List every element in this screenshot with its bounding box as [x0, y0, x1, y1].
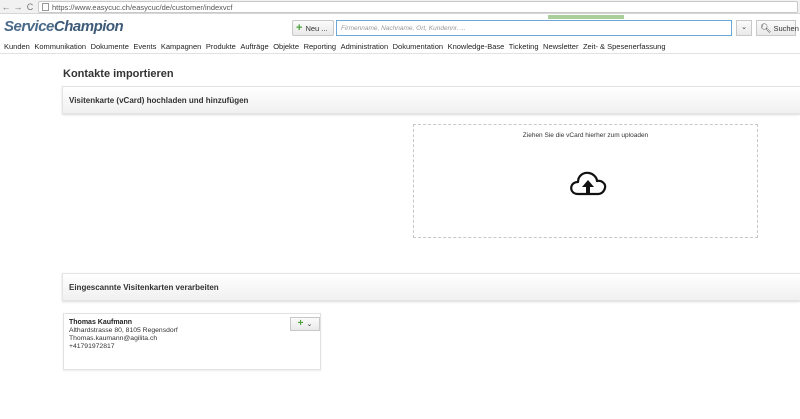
dropzone-text: Ziehen Sie die vCard hierher zum uploade… — [522, 132, 649, 139]
upload-section-header: Visitenkarte (vCard) hochladen und hinzu… — [62, 86, 800, 114]
nav-item-kommunikation[interactable]: Kommunikation — [34, 42, 86, 51]
card-email: Thomas.kaumann@agilita.ch — [69, 335, 158, 342]
nav-item-dokumentation[interactable]: Dokumentation — [393, 42, 443, 51]
card-address: Althardstrasse 80, 8105 Regensdorf — [69, 327, 178, 334]
nav-item-knowledge-base[interactable]: Knowledge-Base — [448, 42, 505, 51]
search-dropdown-button[interactable]: ⌄ — [736, 20, 752, 36]
nav-item-newsletter[interactable]: Newsletter — [543, 42, 578, 51]
browser-toolbar: ← → C https://www.easycuc.ch/easycuc/de/… — [0, 0, 800, 14]
nav-item-kampagnen[interactable]: Kampagnen — [161, 42, 201, 51]
nav-item-dokumente[interactable]: Dokumente — [91, 42, 129, 51]
address-bar[interactable]: https://www.easycuc.ch/easycuc/de/custom… — [38, 1, 798, 13]
vcard-dropzone[interactable]: Ziehen Sie die vCard hierher zum uploade… — [413, 124, 758, 238]
plus-icon: + — [296, 22, 303, 34]
card-phone: +41791972817 — [69, 343, 115, 350]
forward-icon[interactable]: → — [12, 1, 24, 13]
nav-item-ticketing[interactable]: Ticketing — [509, 42, 539, 51]
back-icon[interactable]: ← — [0, 1, 12, 13]
plus-icon: + — [297, 318, 304, 329]
new-button[interactable]: + Neu ... — [292, 20, 334, 36]
page-icon — [42, 3, 49, 11]
logo-part-1: Service — [4, 18, 54, 35]
logo-part-2: Champion — [53, 18, 124, 35]
search-button-label: Suchen — [773, 23, 799, 33]
nav-item-administration[interactable]: Administration — [341, 42, 389, 51]
nav-item-kunden[interactable]: Kunden — [4, 42, 30, 51]
chevron-down-icon: ⌄ — [306, 321, 313, 328]
main-nav: Kunden Kommunikation Dokumente Events Ka… — [0, 40, 800, 54]
card-add-button[interactable]: + ⌄ — [290, 317, 320, 331]
page-title: Kontakte importieren — [63, 68, 174, 80]
search-icon: 🔍︎ — [760, 22, 772, 33]
nav-item-events[interactable]: Events — [133, 42, 156, 51]
app-header: ServiceChampion + Neu ... ⌄ 🔍︎ Suchen — [0, 14, 800, 40]
nav-item-zeiterfassung[interactable]: Zeit- & Spesenerfassung — [583, 42, 666, 51]
chevron-down-icon: ⌄ — [741, 24, 747, 31]
upload-section-title: Visitenkarte (vCard) hochladen und hinzu… — [69, 95, 249, 105]
cloud-upload-icon — [570, 171, 607, 196]
reload-icon[interactable]: C — [24, 1, 36, 13]
nav-item-objekte[interactable]: Objekte — [273, 42, 299, 51]
scanned-section-header: Eingescannte Visitenkarten verarbeiten — [62, 273, 800, 301]
new-button-label: Neu ... — [305, 23, 328, 33]
url-text: https://www.easycuc.ch/easycuc/de/custom… — [52, 2, 233, 12]
nav-item-produkte[interactable]: Produkte — [206, 42, 236, 51]
search-input[interactable] — [336, 20, 732, 36]
business-card-item: Thomas Kaufmann Althardstrasse 80, 8105 … — [63, 313, 321, 370]
card-name: Thomas Kaufmann — [69, 319, 133, 326]
logo[interactable]: ServiceChampion — [4, 18, 124, 35]
nav-item-reporting[interactable]: Reporting — [304, 42, 337, 51]
nav-item-auftraege[interactable]: Aufträge — [240, 42, 268, 51]
scanned-section-title: Eingescannte Visitenkarten verarbeiten — [69, 282, 219, 292]
search-button[interactable]: 🔍︎ Suchen — [756, 20, 799, 36]
loading-indicator — [548, 15, 624, 19]
